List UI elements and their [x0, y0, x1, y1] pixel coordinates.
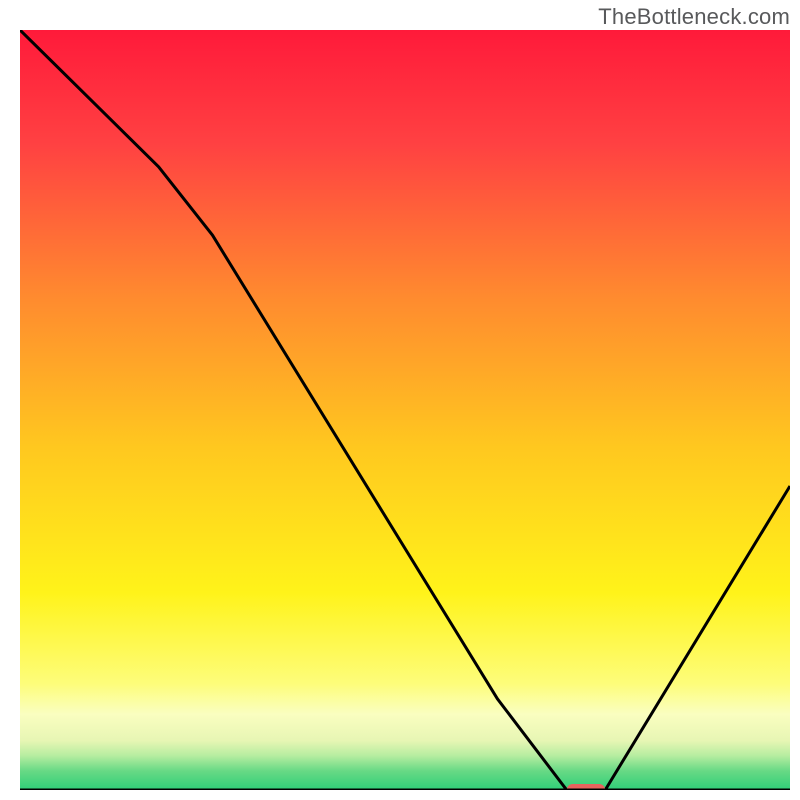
bottleneck-chart	[20, 30, 790, 790]
watermark-text: TheBottleneck.com	[598, 4, 790, 30]
